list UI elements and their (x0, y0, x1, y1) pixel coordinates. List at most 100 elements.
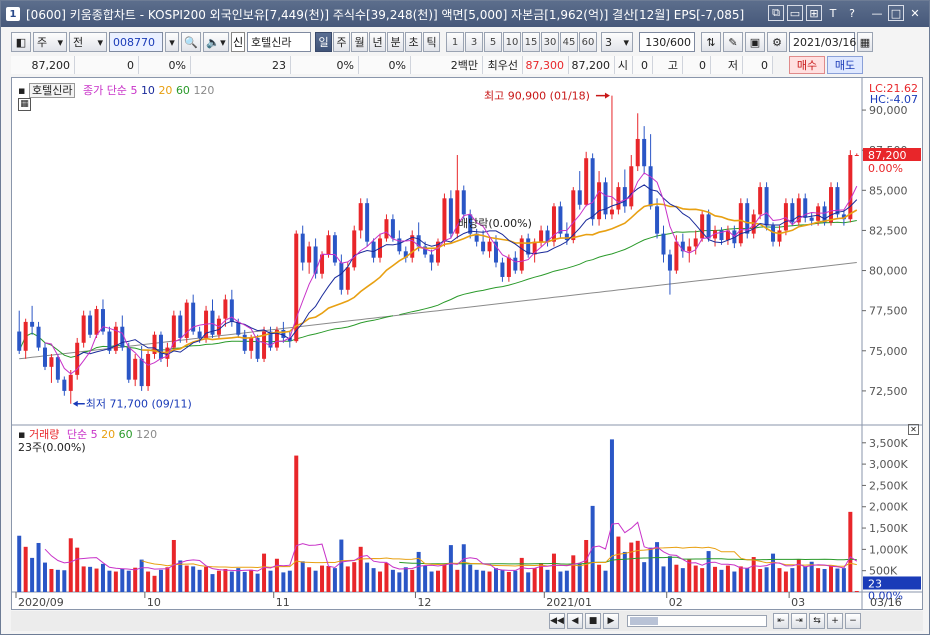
font-icon[interactable]: T (825, 5, 841, 21)
link-window-icon[interactable]: ⧉ (768, 5, 784, 21)
volume-bar (603, 570, 608, 592)
current-price-label: 87,200 (868, 149, 907, 162)
minimize-icon[interactable]: — (869, 5, 885, 21)
volume-bar (719, 569, 724, 592)
volume-bar (635, 540, 640, 592)
candle-body (661, 233, 666, 255)
interval-select[interactable]: 3 ▾ (601, 32, 633, 52)
volume-bar (294, 455, 299, 592)
zoom-left-button[interactable]: ⇤ (773, 613, 789, 629)
quote-volume: 23 (191, 56, 291, 74)
volume-bar (17, 535, 22, 592)
period-tab-second[interactable]: 초 (405, 32, 422, 52)
volume-bar (745, 568, 750, 592)
candle-body (622, 187, 627, 207)
volume-bar (758, 568, 763, 592)
stock-code-input[interactable]: 008770 (109, 32, 163, 52)
minute-tab-60[interactable]: 60 (579, 32, 597, 52)
compare-icon[interactable]: ⇅ (701, 32, 721, 52)
table-icon[interactable]: ▦ (18, 98, 31, 111)
volume-bar (732, 571, 737, 592)
stock-name-field[interactable]: 호텔신라 (247, 32, 311, 52)
scrollbar-thumb[interactable] (630, 617, 658, 625)
volume-bar (378, 571, 383, 592)
minute-tab-15[interactable]: 15 (522, 32, 540, 52)
volume-bar (107, 570, 112, 592)
gear-icon[interactable]: ⚙ (767, 32, 787, 52)
buy-button[interactable]: 매수 (789, 56, 825, 74)
search-icon[interactable]: 🔍 (181, 32, 201, 52)
minute-tab-1[interactable]: 1 (446, 32, 464, 52)
period-tab-tick[interactable]: 틱 (423, 32, 440, 52)
chart-canvas[interactable]: 90,00087,50085,00082,50080,00077,50075,0… (12, 78, 922, 609)
zoom-fit-button[interactable]: ⇆ (809, 613, 825, 629)
volume-bar (184, 565, 189, 592)
period-tab-day[interactable]: 일 (315, 32, 332, 52)
volume-tick-label: 500K (869, 565, 898, 578)
volume-bar (300, 561, 305, 592)
scroll-prev-button[interactable]: ◀ (567, 613, 583, 629)
title-buttons: ⧉ ▭ ⊞ T ? — □ ✕ (768, 5, 923, 21)
code-dropdown-icon[interactable]: ▾ (165, 32, 179, 52)
volume-bar (648, 547, 653, 592)
chart-scrollbar[interactable] (627, 615, 767, 627)
sell-button[interactable]: 매도 (827, 56, 863, 74)
volume-bar (249, 569, 254, 592)
candle-body (94, 309, 99, 335)
volume-bar (655, 542, 660, 592)
speaker-icon[interactable]: 🔈▾ (203, 32, 229, 52)
zoom-in-button[interactable]: + (827, 613, 843, 629)
chart-settings-icon[interactable]: ◧ (11, 32, 31, 52)
close-icon[interactable]: ✕ (907, 5, 923, 21)
volume-bar (313, 570, 318, 592)
candle-body (390, 219, 395, 239)
candle-body (307, 246, 312, 263)
type-select-value: 주 (37, 36, 48, 49)
minute-tab-30[interactable]: 30 (541, 32, 559, 52)
period-tab-week[interactable]: 주 (333, 32, 350, 52)
minute-tab-10[interactable]: 10 (503, 32, 521, 52)
legend-stock-name[interactable]: 호텔신라 (28, 83, 76, 98)
volume-bar (506, 571, 511, 592)
chevron-down-icon: ▾ (623, 35, 629, 49)
candle-body (146, 353, 151, 387)
calendar-icon[interactable]: ▦ (857, 32, 873, 52)
play-button[interactable]: ▶ (603, 613, 619, 629)
grid-icon[interactable]: ⊞ (806, 5, 822, 21)
date-input[interactable]: 2021/03/16 (789, 32, 856, 52)
type-select[interactable]: 주 ▾ (33, 32, 67, 52)
minute-tab-5[interactable]: 5 (484, 32, 502, 52)
candle-body (178, 315, 183, 338)
price-tick-label: 77,500 (869, 305, 908, 318)
volume-bar (146, 571, 151, 592)
draw-tool-icon[interactable]: ✎ (723, 32, 743, 52)
save-icon[interactable]: ▣ (745, 32, 765, 52)
layout-icon[interactable]: ▭ (787, 5, 803, 21)
period-tab-minute[interactable]: 분 (387, 32, 404, 52)
volume-bar (281, 572, 286, 592)
volume-bar (49, 568, 54, 592)
data-count-input[interactable]: 130/600 (639, 32, 695, 52)
volume-tick-label: 2,000K (869, 501, 908, 514)
zoom-out-button[interactable]: − (845, 613, 861, 629)
candle-body (236, 321, 241, 335)
zoom-right-button[interactable]: ⇥ (791, 613, 807, 629)
chart-area[interactable]: 90,00087,50085,00082,50080,00077,50075,0… (11, 77, 923, 610)
period-tab-month[interactable]: 월 (351, 32, 368, 52)
price-tick-label: 82,500 (869, 224, 908, 237)
volume-bar (468, 564, 473, 592)
quote-low: 0 (743, 56, 773, 74)
maximize-icon[interactable]: □ (888, 5, 904, 21)
volume-bar (526, 572, 531, 592)
candle-body (197, 331, 202, 338)
prev-select[interactable]: 전 ▾ (69, 32, 107, 52)
pane-close-icon[interactable]: ✕ (908, 424, 919, 435)
minute-tab-45[interactable]: 45 (560, 32, 578, 52)
stop-button[interactable]: ■ (585, 613, 601, 629)
scroll-first-button[interactable]: ◀◀ (549, 613, 565, 629)
minute-tab-3[interactable]: 3 (465, 32, 483, 52)
volume-bar (487, 571, 492, 592)
volume-bar (223, 568, 228, 592)
period-tab-year[interactable]: 년 (369, 32, 386, 52)
help-icon[interactable]: ? (844, 5, 860, 21)
